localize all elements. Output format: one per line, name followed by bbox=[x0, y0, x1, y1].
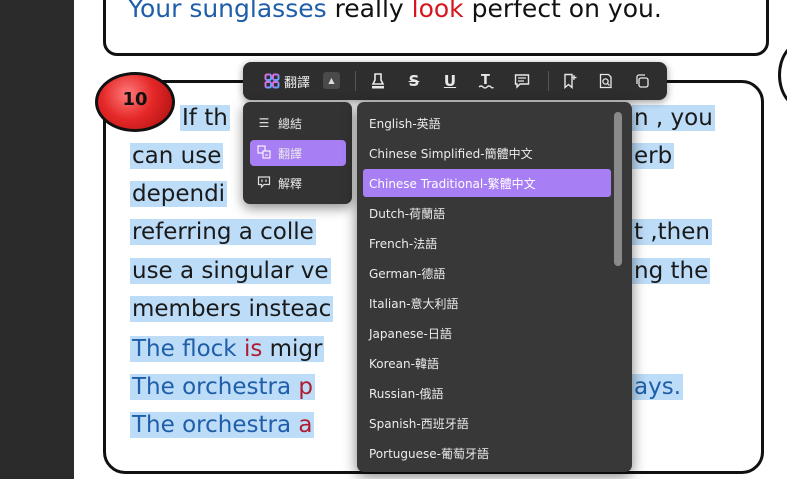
sentence-rest: perfect on you. bbox=[463, 0, 662, 23]
toolbar-divider bbox=[355, 71, 356, 91]
text-line-1-tail[interactable]: n , you bbox=[632, 103, 715, 133]
text-line-9[interactable]: The orchestra a bbox=[130, 410, 315, 440]
top-example-sentence: Your sunglasses really look perfect on y… bbox=[128, 0, 662, 23]
language-option-french[interactable]: French-法語 bbox=[363, 229, 611, 257]
text-line-2-tail[interactable]: erb bbox=[632, 141, 675, 171]
strikethrough-icon[interactable]: S bbox=[401, 62, 427, 100]
text-line-5-tail[interactable]: ng the bbox=[632, 256, 711, 286]
badge-number: 10 bbox=[122, 89, 148, 110]
sentence-verb: look bbox=[411, 0, 464, 23]
sentence-adverb: really bbox=[326, 0, 412, 23]
text-line-4[interactable]: referring a colle bbox=[130, 217, 316, 247]
menu-item-translate[interactable]: 翻譯 bbox=[250, 140, 346, 166]
toolbar-divider bbox=[548, 71, 549, 91]
text-line-1[interactable]: If th bbox=[180, 103, 230, 133]
copy-icon[interactable] bbox=[629, 62, 655, 100]
explain-icon bbox=[250, 175, 278, 192]
highlighter-icon[interactable] bbox=[365, 62, 391, 100]
text-line-5[interactable]: use a singular ve bbox=[130, 256, 331, 286]
language-option-german[interactable]: German-德語 bbox=[363, 259, 611, 287]
ai-sparkle-icon bbox=[264, 73, 280, 89]
text-line-3[interactable]: dependi bbox=[130, 179, 228, 209]
language-dropdown: English-英語 Chinese Simplified-簡體中文 Chine… bbox=[357, 102, 632, 472]
text-line-2[interactable]: can use bbox=[130, 141, 224, 171]
comment-icon[interactable] bbox=[509, 62, 535, 100]
text-line-6[interactable]: members insteac bbox=[130, 294, 334, 324]
text-line-7[interactable]: The flock is migr bbox=[130, 334, 325, 364]
sentence-subject: Your sunglasses bbox=[128, 0, 327, 23]
text-line-4-tail[interactable]: t ,then bbox=[632, 217, 712, 247]
language-option-korean[interactable]: Korean-韓語 bbox=[363, 349, 611, 377]
translate-label: 翻譯 bbox=[283, 75, 310, 91]
language-option-russian[interactable]: Russian-俄語 bbox=[363, 379, 611, 407]
number-badge: 10 bbox=[95, 72, 175, 132]
underline-icon[interactable]: U bbox=[437, 62, 463, 100]
add-bookmark-icon[interactable] bbox=[557, 62, 583, 100]
dropdown-scrollbar-thumb[interactable] bbox=[614, 112, 622, 266]
menu-item-label: 總結 bbox=[278, 116, 303, 131]
menu-item-summarize[interactable]: ☰ 總結 bbox=[250, 110, 346, 136]
menu-item-explain[interactable]: 解釋 bbox=[250, 170, 346, 196]
menu-item-label: 解釋 bbox=[278, 176, 303, 191]
translate-button[interactable]: 翻譯 bbox=[255, 62, 319, 100]
ai-action-menu: ☰ 總結 翻譯 解釋 bbox=[243, 102, 352, 204]
language-option-spanish[interactable]: Spanish-西班牙語 bbox=[363, 409, 611, 437]
language-option-japanese[interactable]: Japanese-日語 bbox=[363, 319, 611, 347]
language-option-italian[interactable]: Italian-意大利語 bbox=[363, 289, 611, 317]
translate-icon bbox=[250, 144, 278, 162]
text-line-8-tail[interactable]: ays. bbox=[632, 372, 683, 402]
text-line-8[interactable]: The orchestra p bbox=[130, 372, 315, 402]
language-option-portuguese[interactable]: Portuguese-葡萄牙語 bbox=[363, 439, 611, 467]
search-document-icon[interactable] bbox=[593, 62, 619, 100]
caret-up-icon[interactable]: ▲ bbox=[323, 72, 340, 89]
selection-toolbar: 翻譯 S U T bbox=[243, 62, 667, 100]
language-option-chinese-traditional[interactable]: Chinese Traditional-繁體中文 bbox=[363, 169, 611, 197]
squiggly-underline-icon[interactable]: T bbox=[473, 62, 499, 100]
language-option-english[interactable]: English-英語 bbox=[363, 109, 611, 137]
menu-item-label: 翻譯 bbox=[278, 146, 303, 161]
language-option-dutch[interactable]: Dutch-荷蘭語 bbox=[363, 199, 611, 227]
list-icon: ☰ bbox=[258, 116, 270, 130]
language-option-chinese-simplified[interactable]: Chinese Simplified-簡體中文 bbox=[363, 139, 611, 167]
left-sidebar-panel bbox=[0, 0, 74, 479]
